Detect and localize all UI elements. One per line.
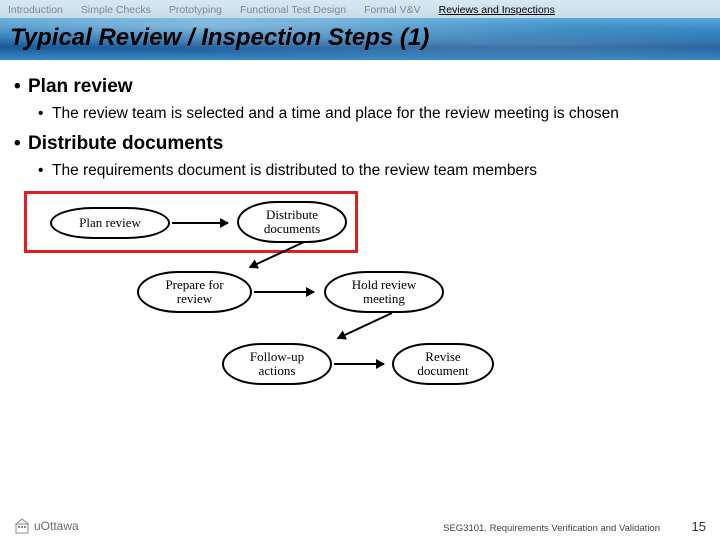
nav-simple-checks[interactable]: Simple Checks [81,4,151,16]
bullet-distribute-documents-sub: The requirements document is distributed… [52,161,700,180]
bullet-plan-review: Plan review [28,76,700,98]
bullet-distribute-documents: Distribute documents [28,133,700,155]
org-name: uOttawa [34,519,79,533]
node-follow-up-actions: Follow-up actions [222,343,332,385]
nav-formal-vv[interactable]: Formal V&V [364,4,421,16]
arrow-5 [334,363,384,365]
bullet-plan-review-sub: The review team is selected and a time a… [52,104,700,123]
arrow-4 [337,312,392,339]
arrow-1 [172,222,228,224]
slide-title: Typical Review / Inspection Steps (1) [10,24,710,52]
node-revise-document: Revise document [392,343,494,385]
node-hold-review-meeting: Hold review meeting [324,271,444,313]
footer: uOttawa SEG3101. Requirements Verificati… [0,518,720,534]
nav-functional-test-design[interactable]: Functional Test Design [240,4,346,16]
building-icon [14,518,30,534]
content-area: Plan review The review team is selected … [0,60,720,401]
arrow-3 [254,291,314,293]
nav-introduction[interactable]: Introduction [8,4,63,16]
process-diagram: Plan review Distribute documents Prepare… [22,191,700,401]
nav-prototyping[interactable]: Prototyping [169,4,222,16]
nav-reviews-inspections[interactable]: Reviews and Inspections [439,4,555,16]
node-distribute-documents: Distribute documents [237,201,347,243]
uottawa-logo: uOttawa [14,518,79,534]
node-plan-review: Plan review [50,207,170,239]
top-nav: Introduction Simple Checks Prototyping F… [0,0,720,18]
title-bar: Typical Review / Inspection Steps (1) [0,18,720,60]
page-number: 15 [692,519,706,534]
footer-course: SEG3101. Requirements Verification and V… [443,523,660,534]
node-prepare-review: Prepare for review [137,271,252,313]
